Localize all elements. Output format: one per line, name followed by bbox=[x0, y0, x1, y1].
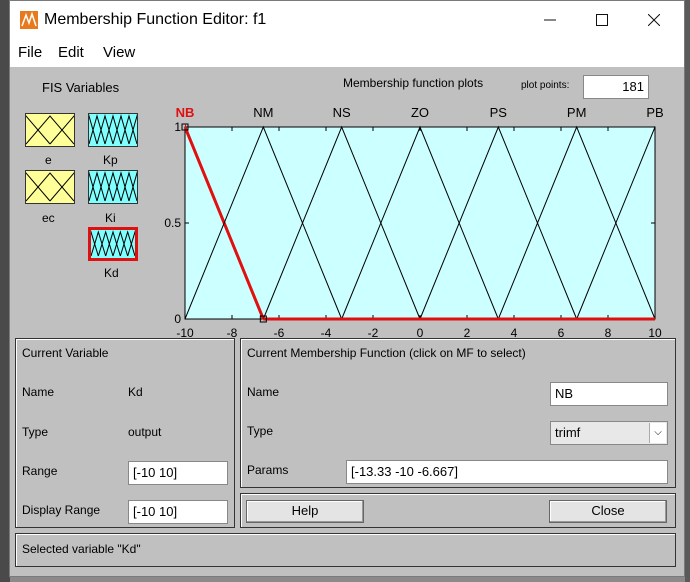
close-window-button[interactable] bbox=[628, 1, 680, 39]
fis-variables-title: FIS Variables bbox=[42, 80, 120, 95]
menu-file[interactable]: File bbox=[18, 44, 42, 61]
menu-edit[interactable]: Edit bbox=[58, 44, 84, 61]
current-mf-panel: Current Membership Function (click on MF… bbox=[240, 338, 676, 488]
mf-name-label: Name bbox=[247, 385, 280, 399]
menu-view[interactable]: View bbox=[103, 44, 135, 61]
mf-label-pb[interactable]: PB bbox=[646, 105, 663, 120]
mf-label-zo[interactable]: ZO bbox=[411, 105, 429, 120]
y-tick-label: 0 bbox=[174, 312, 181, 326]
close-icon bbox=[648, 14, 660, 26]
window-title: Membership Function Editor: f1 bbox=[44, 11, 267, 28]
mf-name-input[interactable]: NB bbox=[550, 382, 668, 406]
buttons-panel: Help Close bbox=[240, 493, 676, 528]
current-mf-title: Current Membership Function (click on MF… bbox=[247, 346, 526, 360]
mf-type-label: Type bbox=[247, 424, 274, 438]
figure-area: FIS Variables e ec Kp Ki Kd Membership f… bbox=[10, 67, 684, 576]
maximize-button[interactable] bbox=[576, 1, 628, 39]
plot-title: Membership function plots bbox=[343, 76, 484, 90]
mf-type-select[interactable]: trimf ⌵ bbox=[550, 421, 668, 445]
cv-name-label: Name bbox=[22, 385, 55, 399]
title-bar[interactable]: Membership Function Editor: f1 bbox=[10, 1, 684, 39]
mf-label-ns[interactable]: NS bbox=[333, 105, 351, 120]
current-variable-title: Current Variable bbox=[22, 346, 109, 360]
mf-params-input[interactable]: [-13.33 -10 -6.667] bbox=[346, 460, 668, 484]
mf-label-ps[interactable]: PS bbox=[490, 105, 508, 120]
minimize-button[interactable] bbox=[524, 1, 576, 39]
mf-label-pm[interactable]: PM bbox=[567, 105, 587, 120]
y-tick-label: 0.5 bbox=[164, 216, 181, 230]
help-button[interactable]: Help bbox=[246, 500, 364, 523]
status-text: Selected variable "Kd" bbox=[22, 542, 141, 556]
close-button[interactable]: Close bbox=[549, 500, 667, 523]
status-panel: Selected variable "Kd" bbox=[15, 533, 676, 567]
y-tick-label: 1 bbox=[174, 120, 181, 134]
display-range-input[interactable]: [-10 10] bbox=[128, 500, 228, 524]
cv-range-label: Range bbox=[22, 464, 58, 478]
range-input[interactable]: [-10 10] bbox=[128, 461, 228, 485]
mf-params-label: Params bbox=[247, 463, 289, 477]
mf-label-nm[interactable]: NM bbox=[253, 105, 273, 120]
minimize-icon bbox=[544, 19, 556, 21]
plot-points-input[interactable]: 181 bbox=[583, 75, 649, 99]
cv-type-value: output bbox=[128, 425, 162, 439]
mf-editor-window: Membership Function Editor: f1 File Edit… bbox=[9, 0, 685, 577]
chevron-down-icon: ⌵ bbox=[649, 423, 666, 443]
mf-plot[interactable]: -10-8-6-4-2024681000.51NBNMNSZOPSPMPBout… bbox=[10, 97, 684, 367]
mf-label-nb[interactable]: NB bbox=[176, 105, 195, 120]
cv-display-range-label: Display Range bbox=[22, 503, 101, 517]
mf-type-value: trimf bbox=[555, 425, 581, 440]
cv-type-label: Type bbox=[22, 425, 49, 439]
matlab-icon bbox=[20, 11, 38, 29]
plot-points-label: plot points: bbox=[521, 80, 570, 91]
maximize-icon bbox=[596, 14, 608, 26]
menu-bar: File Edit View bbox=[10, 39, 684, 68]
plot-background bbox=[184, 126, 656, 320]
current-variable-panel: Current Variable Name Kd Type output Ran… bbox=[15, 338, 235, 528]
cv-name-value: Kd bbox=[128, 385, 143, 399]
